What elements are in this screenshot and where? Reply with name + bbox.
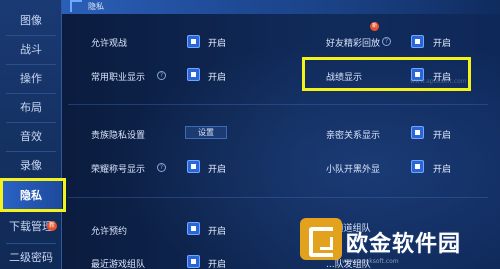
sidebar-item-layout[interactable]: 布局 xyxy=(0,95,62,121)
settings-sidebar: 图像 战斗 操作 布局 音效 录像 隐私 下载管理 新 二级密码 xyxy=(0,0,62,269)
highlight-box-privacy-tab xyxy=(0,178,66,212)
sidebar-divider xyxy=(6,151,56,152)
recent-team-checkbox[interactable] xyxy=(187,255,200,268)
new-badge: 新 xyxy=(47,221,57,231)
noble-privacy-settings-button[interactable]: 设置 xyxy=(185,126,227,139)
honor-title-on-label: 开启 xyxy=(208,165,227,175)
allow-reserve-label: 允许预约 xyxy=(91,227,128,237)
intimacy-label: 亲密关系显示 xyxy=(326,131,381,141)
friend-replay-label: 好友精彩回放 xyxy=(326,39,381,49)
allow-watch-on-label: 开启 xyxy=(208,39,227,49)
honor-title-checkbox[interactable] xyxy=(187,160,200,173)
allow-reserve-checkbox[interactable] xyxy=(187,222,200,235)
watermark-logo xyxy=(300,218,342,260)
friend-replay-checkbox[interactable] xyxy=(411,35,424,48)
watermark-text: 欧金软件园 xyxy=(346,232,462,257)
common-job-on-label: 开启 xyxy=(208,73,227,83)
header-corner-decoration xyxy=(70,0,82,12)
section-divider xyxy=(68,104,488,105)
allow-watch-checkbox[interactable] xyxy=(187,35,200,48)
highlight-box-battle-record xyxy=(302,57,471,91)
section-divider xyxy=(68,197,488,198)
sidebar-item-battle[interactable]: 战斗 xyxy=(0,37,62,63)
friend-replay-on-label: 开启 xyxy=(433,39,452,49)
new-badge: 新 xyxy=(370,22,379,31)
intimacy-checkbox[interactable] xyxy=(411,126,424,139)
sidebar-item-replay[interactable]: 录像 xyxy=(0,153,62,179)
sidebar-divider xyxy=(6,243,56,244)
info-icon[interactable]: ? xyxy=(157,71,166,80)
recent-team-on-label: 开启 xyxy=(208,260,227,269)
sidebar-divider xyxy=(6,64,56,65)
sidebar-item-secondary-password[interactable]: 二级密码 xyxy=(0,245,62,269)
sidebar-divider xyxy=(6,35,56,36)
info-icon[interactable]: ? xyxy=(157,163,166,172)
allow-reserve-on-label: 开启 xyxy=(208,227,227,237)
sidebar-item-graphics[interactable]: 图像 xyxy=(0,8,62,34)
recent-team-label: 最近游戏组队 xyxy=(91,260,146,269)
honor-title-label: 荣耀称号显示 xyxy=(91,165,146,175)
sidebar-item-sound[interactable]: 音效 xyxy=(0,124,62,150)
sidebar-divider xyxy=(6,93,56,94)
watermark-url: www.apoksoft.com xyxy=(342,258,399,265)
sidebar-item-controls[interactable]: 操作 xyxy=(0,66,62,92)
team-shield-label: 小队开黑外显 xyxy=(326,165,381,175)
intimacy-on-label: 开启 xyxy=(433,131,452,141)
common-job-checkbox[interactable] xyxy=(187,68,200,81)
team-shield-checkbox[interactable] xyxy=(411,160,424,173)
section-title: 隐私 xyxy=(88,2,104,11)
team-shield-on-label: 开启 xyxy=(433,165,452,175)
allow-watch-label: 允许观战 xyxy=(91,39,128,49)
section-header: 隐私 xyxy=(62,0,500,14)
info-icon[interactable]: ? xyxy=(382,37,391,46)
sidebar-divider xyxy=(6,122,56,123)
watermark-url-faint: www.apoksoft.com xyxy=(410,78,467,85)
common-job-label: 常用职业显示 xyxy=(91,73,146,83)
noble-privacy-label: 贵族隐私设置 xyxy=(91,131,146,141)
